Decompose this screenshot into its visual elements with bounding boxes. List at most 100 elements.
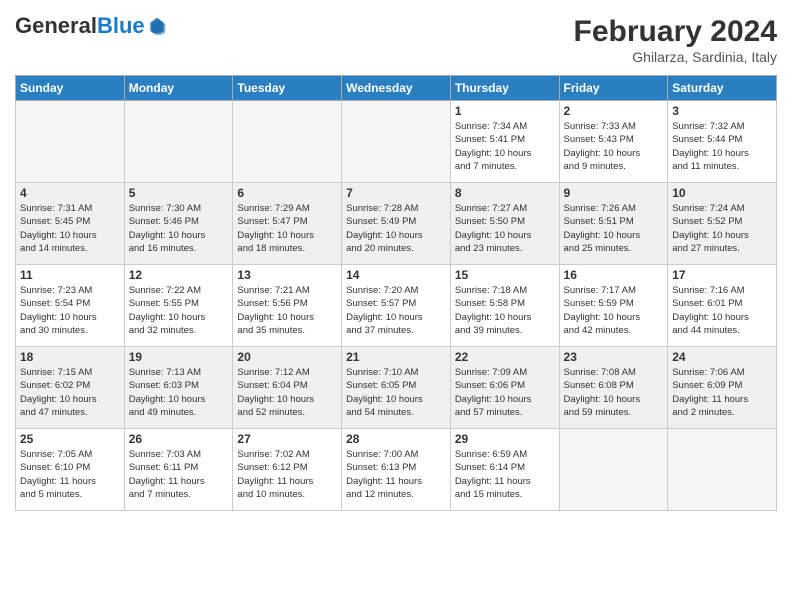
day-info: Sunrise: 7:00 AM Sunset: 6:13 PM Dayligh…	[346, 448, 446, 501]
day-info: Sunrise: 6:59 AM Sunset: 6:14 PM Dayligh…	[455, 448, 555, 501]
calendar-cell	[233, 101, 342, 183]
calendar-cell: 21 Sunrise: 7:10 AM Sunset: 6:05 PM Dayli…	[342, 347, 451, 429]
page: GeneralBlue February 2024 Ghilarza, Sard…	[0, 0, 792, 612]
day-info: Sunrise: 7:33 AM Sunset: 5:43 PM Dayligh…	[564, 120, 664, 173]
weekday-saturday: Saturday	[668, 76, 777, 101]
day-number: 22	[455, 350, 555, 364]
calendar-cell: 29 Sunrise: 6:59 AM Sunset: 6:14 PM Dayli…	[450, 429, 559, 511]
title-block: February 2024 Ghilarza, Sardinia, Italy	[574, 15, 777, 65]
calendar-cell: 3 Sunrise: 7:32 AM Sunset: 5:44 PM Daylig…	[668, 101, 777, 183]
day-number: 29	[455, 432, 555, 446]
weekday-wednesday: Wednesday	[342, 76, 451, 101]
day-info: Sunrise: 7:02 AM Sunset: 6:12 PM Dayligh…	[237, 448, 337, 501]
calendar-cell: 25 Sunrise: 7:05 AM Sunset: 6:10 PM Dayli…	[16, 429, 125, 511]
day-info: Sunrise: 7:32 AM Sunset: 5:44 PM Dayligh…	[672, 120, 772, 173]
day-number: 9	[564, 186, 664, 200]
day-number: 1	[455, 104, 555, 118]
calendar-cell	[559, 429, 668, 511]
logo: GeneralBlue	[15, 15, 167, 37]
calendar-cell: 12 Sunrise: 7:22 AM Sunset: 5:55 PM Dayli…	[124, 265, 233, 347]
calendar-cell: 26 Sunrise: 7:03 AM Sunset: 6:11 PM Dayli…	[124, 429, 233, 511]
calendar-cell: 20Sunrise: 7:12 AM Sunset: 6:04 PM Dayli…	[233, 347, 342, 429]
day-info: Sunrise: 7:26 AM Sunset: 5:51 PM Dayligh…	[564, 202, 664, 255]
day-number: 26	[129, 432, 229, 446]
day-info: Sunrise: 7:20 AM Sunset: 5:57 PM Dayligh…	[346, 284, 446, 337]
calendar-cell: 4 Sunrise: 7:31 AM Sunset: 5:45 PM Daylig…	[16, 183, 125, 265]
location: Ghilarza, Sardinia, Italy	[574, 49, 777, 65]
day-info: Sunrise: 7:09 AM Sunset: 6:06 PM Dayligh…	[455, 366, 555, 419]
month-year: February 2024	[574, 15, 777, 49]
day-number: 18	[20, 350, 120, 364]
calendar-row-3: 18Sunrise: 7:15 AM Sunset: 6:02 PM Dayli…	[16, 347, 777, 429]
calendar-cell: 28 Sunrise: 7:00 AM Sunset: 6:13 PM Dayli…	[342, 429, 451, 511]
calendar-cell: 24Sunrise: 7:06 AM Sunset: 6:09 PM Dayli…	[668, 347, 777, 429]
calendar-cell: 22 Sunrise: 7:09 AM Sunset: 6:06 PM Dayli…	[450, 347, 559, 429]
day-number: 8	[455, 186, 555, 200]
day-info: Sunrise: 7:28 AM Sunset: 5:49 PM Dayligh…	[346, 202, 446, 255]
day-info: Sunrise: 7:30 AM Sunset: 5:46 PM Dayligh…	[129, 202, 229, 255]
day-number: 14	[346, 268, 446, 282]
day-number: 11	[20, 268, 120, 282]
calendar-cell: 23Sunrise: 7:08 AM Sunset: 6:08 PM Dayli…	[559, 347, 668, 429]
day-info: Sunrise: 7:27 AM Sunset: 5:50 PM Dayligh…	[455, 202, 555, 255]
calendar-cell: 14 Sunrise: 7:20 AM Sunset: 5:57 PM Dayli…	[342, 265, 451, 347]
calendar-cell	[124, 101, 233, 183]
calendar-cell: 19Sunrise: 7:13 AM Sunset: 6:03 PM Dayli…	[124, 347, 233, 429]
day-number: 2	[564, 104, 664, 118]
header: GeneralBlue February 2024 Ghilarza, Sard…	[15, 15, 777, 65]
day-info: Sunrise: 7:03 AM Sunset: 6:11 PM Dayligh…	[129, 448, 229, 501]
calendar-cell: 7 Sunrise: 7:28 AM Sunset: 5:49 PM Daylig…	[342, 183, 451, 265]
calendar-cell: 5Sunrise: 7:30 AM Sunset: 5:46 PM Daylig…	[124, 183, 233, 265]
day-number: 17	[672, 268, 772, 282]
day-number: 28	[346, 432, 446, 446]
day-number: 6	[237, 186, 337, 200]
day-info: Sunrise: 7:21 AM Sunset: 5:56 PM Dayligh…	[237, 284, 337, 337]
day-number: 12	[129, 268, 229, 282]
logo-general: General	[15, 13, 97, 38]
day-number: 19	[129, 350, 229, 364]
day-number: 7	[346, 186, 446, 200]
day-info: Sunrise: 7:24 AM Sunset: 5:52 PM Dayligh…	[672, 202, 772, 255]
calendar-cell	[342, 101, 451, 183]
day-info: Sunrise: 7:06 AM Sunset: 6:09 PM Dayligh…	[672, 366, 772, 419]
day-number: 10	[672, 186, 772, 200]
calendar-cell: 9 Sunrise: 7:26 AM Sunset: 5:51 PM Daylig…	[559, 183, 668, 265]
calendar: SundayMondayTuesdayWednesdayThursdayFrid…	[15, 75, 777, 511]
day-info: Sunrise: 7:18 AM Sunset: 5:58 PM Dayligh…	[455, 284, 555, 337]
day-info: Sunrise: 7:29 AM Sunset: 5:47 PM Dayligh…	[237, 202, 337, 255]
day-number: 15	[455, 268, 555, 282]
day-number: 4	[20, 186, 120, 200]
weekday-friday: Friday	[559, 76, 668, 101]
weekday-monday: Monday	[124, 76, 233, 101]
calendar-cell	[16, 101, 125, 183]
day-number: 25	[20, 432, 120, 446]
day-info: Sunrise: 7:08 AM Sunset: 6:08 PM Dayligh…	[564, 366, 664, 419]
calendar-cell	[668, 429, 777, 511]
day-info: Sunrise: 7:12 AM Sunset: 6:04 PM Dayligh…	[237, 366, 337, 419]
calendar-cell: 2 Sunrise: 7:33 AM Sunset: 5:43 PM Daylig…	[559, 101, 668, 183]
calendar-cell: 16 Sunrise: 7:17 AM Sunset: 5:59 PM Dayli…	[559, 265, 668, 347]
weekday-tuesday: Tuesday	[233, 76, 342, 101]
calendar-cell: 27Sunrise: 7:02 AM Sunset: 6:12 PM Dayli…	[233, 429, 342, 511]
calendar-cell: 11 Sunrise: 7:23 AM Sunset: 5:54 PM Dayli…	[16, 265, 125, 347]
calendar-cell: 17Sunrise: 7:16 AM Sunset: 6:01 PM Dayli…	[668, 265, 777, 347]
day-number: 3	[672, 104, 772, 118]
weekday-sunday: Sunday	[16, 76, 125, 101]
day-number: 21	[346, 350, 446, 364]
calendar-cell: 15 Sunrise: 7:18 AM Sunset: 5:58 PM Dayli…	[450, 265, 559, 347]
day-info: Sunrise: 7:31 AM Sunset: 5:45 PM Dayligh…	[20, 202, 120, 255]
calendar-row-1: 4 Sunrise: 7:31 AM Sunset: 5:45 PM Daylig…	[16, 183, 777, 265]
calendar-cell: 10 Sunrise: 7:24 AM Sunset: 5:52 PM Dayli…	[668, 183, 777, 265]
calendar-cell: 13Sunrise: 7:21 AM Sunset: 5:56 PM Dayli…	[233, 265, 342, 347]
logo-blue: Blue	[97, 13, 145, 38]
day-info: Sunrise: 7:23 AM Sunset: 5:54 PM Dayligh…	[20, 284, 120, 337]
logo-icon	[147, 16, 167, 36]
day-info: Sunrise: 7:05 AM Sunset: 6:10 PM Dayligh…	[20, 448, 120, 501]
day-info: Sunrise: 7:22 AM Sunset: 5:55 PM Dayligh…	[129, 284, 229, 337]
day-number: 16	[564, 268, 664, 282]
day-info: Sunrise: 7:10 AM Sunset: 6:05 PM Dayligh…	[346, 366, 446, 419]
calendar-row-4: 25 Sunrise: 7:05 AM Sunset: 6:10 PM Dayli…	[16, 429, 777, 511]
weekday-thursday: Thursday	[450, 76, 559, 101]
day-info: Sunrise: 7:17 AM Sunset: 5:59 PM Dayligh…	[564, 284, 664, 337]
calendar-cell: 8 Sunrise: 7:27 AM Sunset: 5:50 PM Daylig…	[450, 183, 559, 265]
